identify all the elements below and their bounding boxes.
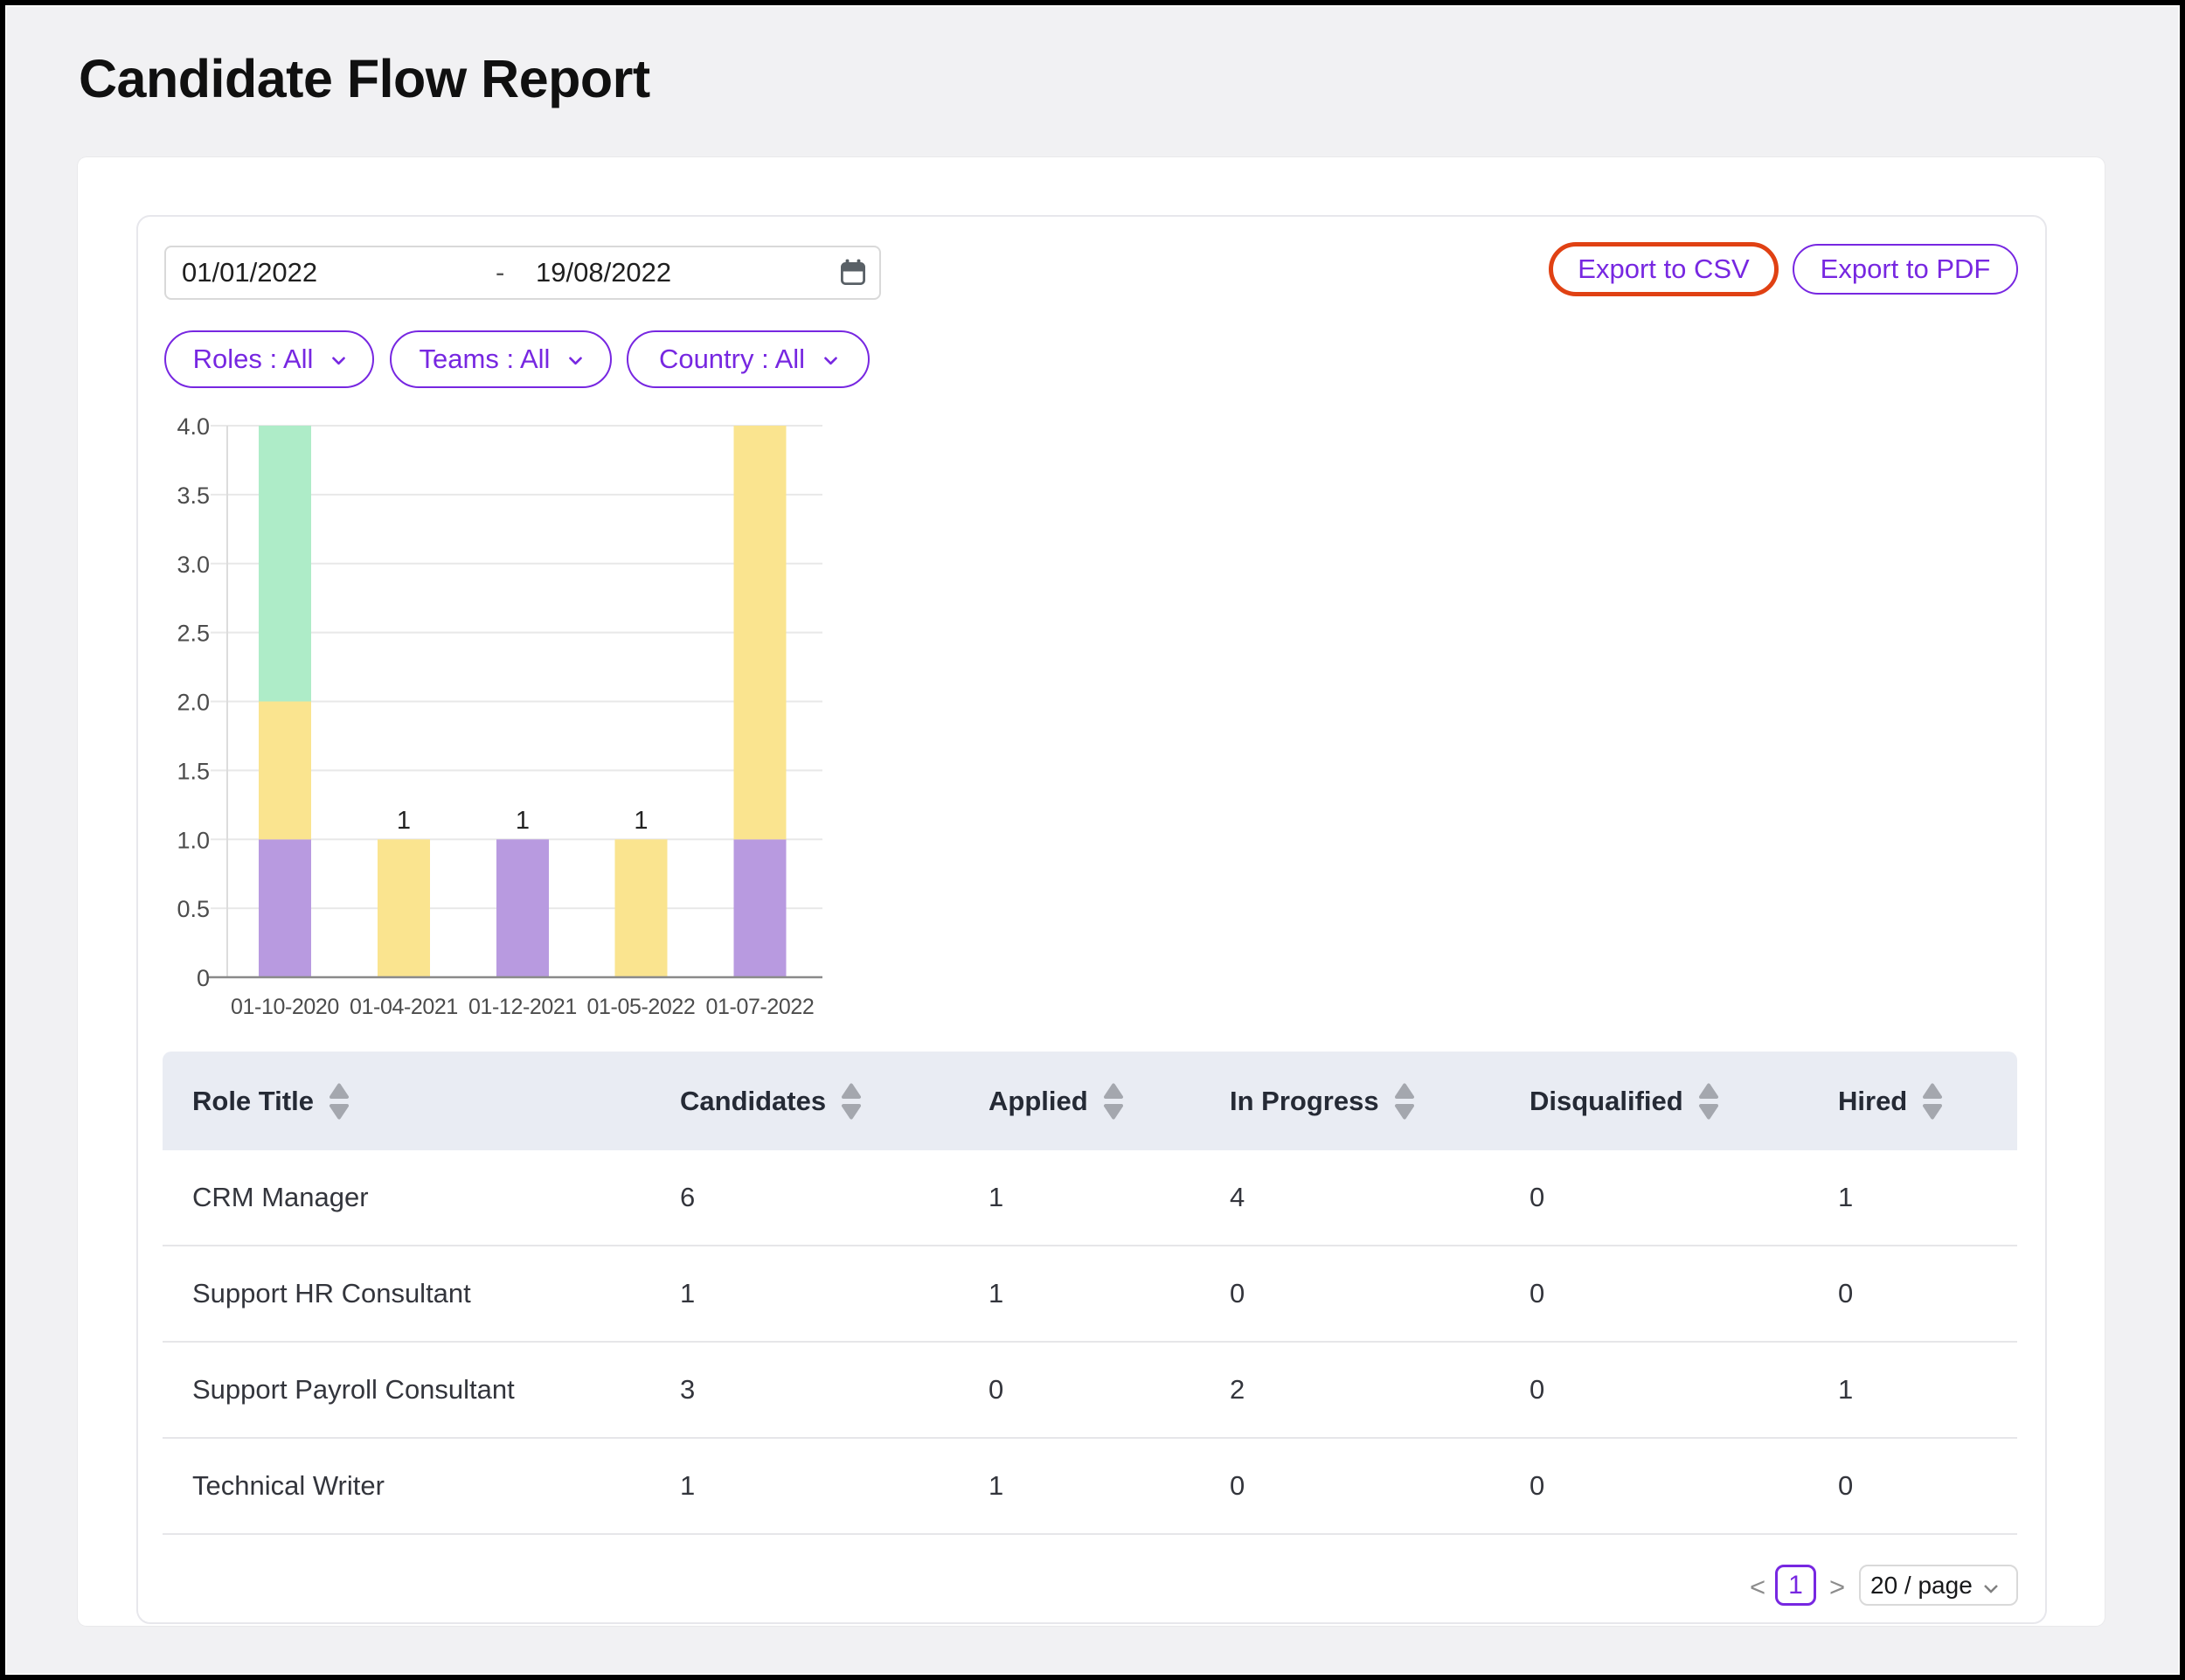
svg-text:0: 0 — [197, 965, 210, 991]
svg-text:01-04-2021: 01-04-2021 — [350, 995, 458, 1019]
svg-text:1: 1 — [397, 807, 411, 835]
svg-text:3.0: 3.0 — [177, 552, 210, 578]
svg-text:4.0: 4.0 — [177, 413, 210, 440]
svg-text:2.5: 2.5 — [177, 621, 210, 647]
svg-text:1: 1 — [516, 807, 530, 835]
svg-text:1.5: 1.5 — [177, 758, 210, 784]
svg-text:01-12-2021: 01-12-2021 — [468, 995, 577, 1019]
svg-text:01-10-2020: 01-10-2020 — [231, 995, 339, 1019]
svg-text:01-05-2022: 01-05-2022 — [587, 995, 696, 1019]
svg-text:2.0: 2.0 — [177, 690, 210, 716]
svg-text:0.5: 0.5 — [177, 896, 210, 922]
svg-text:3.5: 3.5 — [177, 482, 210, 509]
svg-text:01-07-2022: 01-07-2022 — [706, 995, 815, 1019]
svg-text:1.0: 1.0 — [177, 827, 210, 853]
svg-text:1: 1 — [634, 807, 648, 835]
